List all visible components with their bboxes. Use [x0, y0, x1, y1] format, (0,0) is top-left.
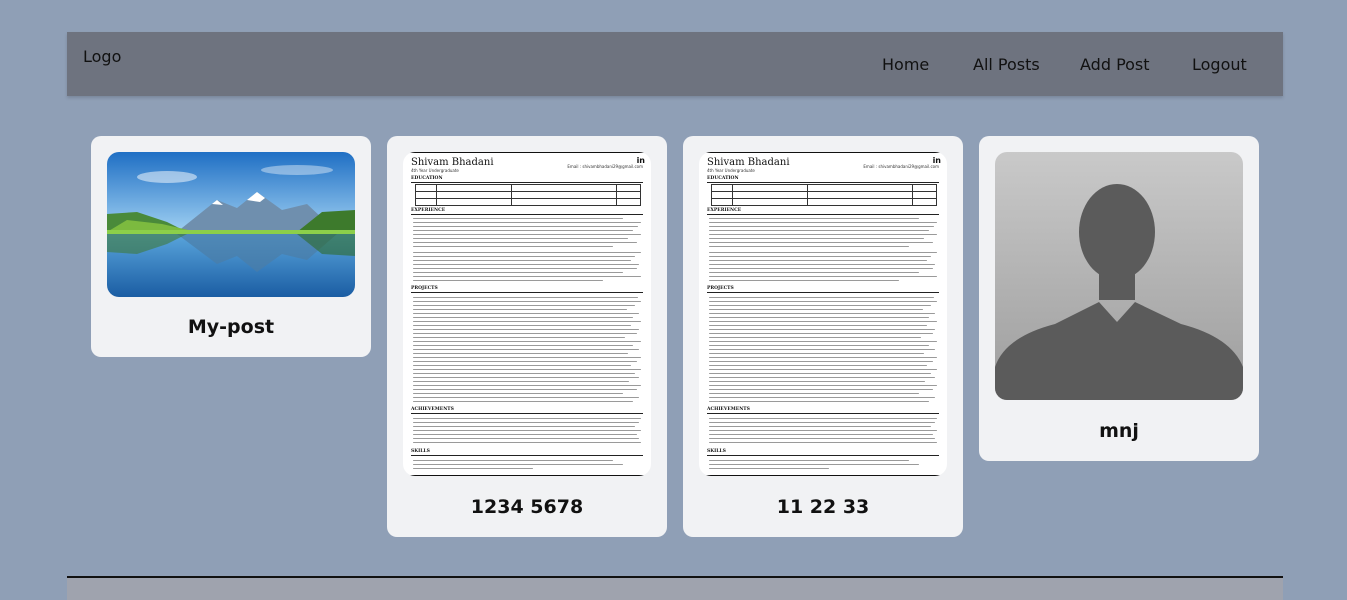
post-image-resume: Shivam Bhadani 4th Year Undergraduate in…	[699, 152, 947, 476]
resume-section: EDUCATION	[411, 176, 443, 181]
resume-email: Email : shivambhadani29@gmail.com	[567, 164, 643, 169]
resume-subtitle: 4th Year Undergraduate	[411, 168, 459, 173]
post-image-landscape	[107, 152, 355, 297]
resume-name: Shivam Bhadani	[411, 157, 494, 168]
resume-section: SKILLS	[707, 449, 726, 454]
nav-link-add-post[interactable]: Add Post	[1080, 55, 1150, 74]
post-title: mnj	[1099, 420, 1139, 442]
resume-section: ACHIEVEMENTS	[411, 407, 454, 412]
nav-link-all-posts[interactable]: All Posts	[973, 55, 1040, 74]
logo[interactable]: Logo	[83, 47, 121, 66]
navbar: Logo Home All Posts Add Post Logout	[67, 32, 1283, 96]
post-card[interactable]: Shivam Bhadani 4th Year Undergraduate in…	[387, 136, 667, 537]
resume-document: Shivam Bhadani 4th Year Undergraduate in…	[403, 152, 651, 476]
resume-section: EXPERIENCE	[411, 208, 446, 213]
footer	[67, 576, 1283, 600]
post-image-resume: Shivam Bhadani 4th Year Undergraduate in…	[403, 152, 651, 476]
post-card[interactable]: My-post	[91, 136, 371, 357]
post-title: My-post	[187, 316, 275, 338]
nav-link-home[interactable]: Home	[882, 55, 929, 74]
resume-document: Shivam Bhadani 4th Year Undergraduate in…	[699, 152, 947, 476]
resume-section: EDUCATION	[707, 176, 739, 181]
resume-section: SKILLS	[411, 449, 430, 454]
post-card[interactable]: mnj	[979, 136, 1259, 461]
post-image-avatar	[995, 152, 1243, 400]
resume-section: PROJECTS	[411, 286, 438, 291]
post-title: 11 22 33	[776, 496, 870, 518]
post-card[interactable]: Shivam Bhadani 4th Year Undergraduate in…	[683, 136, 963, 537]
landscape-image	[107, 152, 355, 297]
resume-section: PROJECTS	[707, 286, 734, 291]
resume-section: ACHIEVEMENTS	[707, 407, 750, 412]
resume-section: EXPERIENCE	[707, 208, 742, 213]
resume-name: Shivam Bhadani	[707, 157, 790, 168]
resume-email: Email : shivambhadani29@gmail.com	[863, 164, 939, 169]
nav-link-logout[interactable]: Logout	[1192, 55, 1247, 74]
resume-subtitle: 4th Year Undergraduate	[707, 168, 755, 173]
person-silhouette-icon	[995, 184, 1243, 400]
post-title: 1234 5678	[470, 496, 584, 518]
